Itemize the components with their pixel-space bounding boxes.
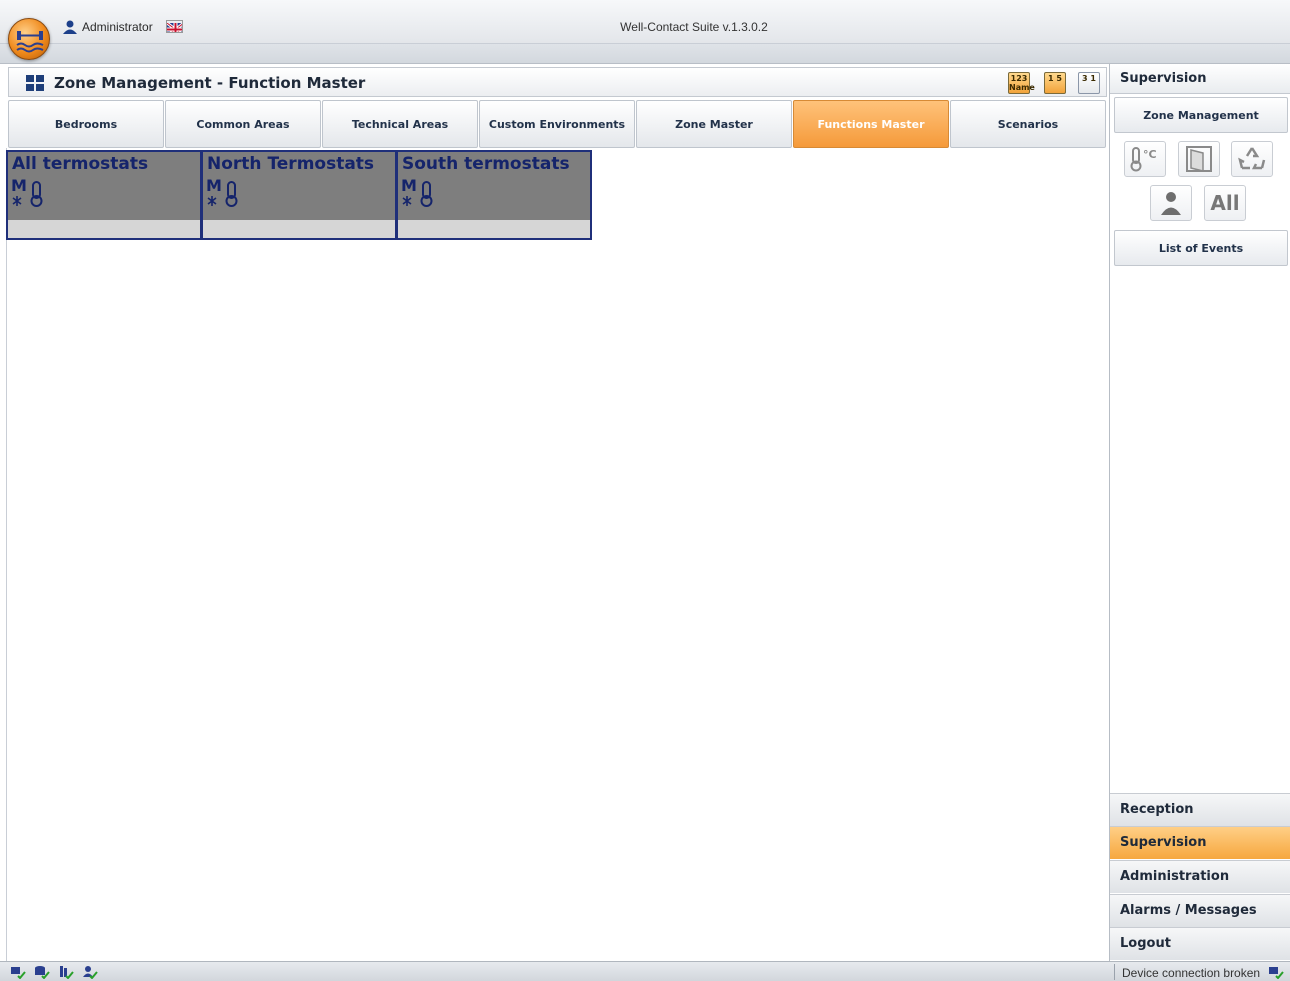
sort-descending-label: 3 1 (1082, 74, 1096, 83)
nav-reception[interactable]: Reception (1110, 793, 1290, 826)
zones-area (6, 148, 1108, 961)
nav-administration-label: Administration (1120, 869, 1230, 884)
nav-alarms-messages[interactable]: Alarms / Messages (1110, 894, 1290, 927)
app-menu-button[interactable] (8, 18, 50, 60)
sort-by-name-button[interactable]: 123 Name (1008, 72, 1035, 94)
nav-supervision[interactable]: Supervision (1110, 826, 1290, 859)
tab-zone-master[interactable]: Zone Master (636, 100, 792, 148)
tab-zone-master-label: Zone Master (675, 117, 753, 131)
svg-text:M: M (11, 176, 27, 195)
zones-grid-icon (26, 75, 44, 95)
all-label: All (1210, 191, 1240, 215)
sidebar-header-label: Supervision (1120, 71, 1207, 86)
zone-management-button[interactable]: Zone Management (1114, 97, 1288, 133)
zone-card[interactable]: All termostats M (6, 150, 202, 240)
svg-text:M: M (401, 176, 417, 195)
nav-logout-label: Logout (1120, 936, 1171, 951)
panel-header: Zone Management - Function Master 123 Na… (8, 67, 1107, 97)
nav-alarms-messages-label: Alarms / Messages (1120, 903, 1257, 918)
sidebar: Supervision Zone Management °C All List … (1109, 64, 1290, 961)
door-icon[interactable] (1178, 141, 1220, 177)
zone-management-label: Zone Management (1143, 108, 1259, 122)
status-icons (10, 965, 98, 979)
tab-common-areas[interactable]: Common Areas (165, 100, 321, 148)
nav-administration[interactable]: Administration (1110, 860, 1290, 893)
status-bar: Device connection broken (0, 961, 1290, 981)
sort-ascending-label: 1 5 (1048, 74, 1062, 83)
toolbar-strip (0, 44, 1290, 64)
nav-supervision-label: Supervision (1120, 835, 1207, 850)
tab-scenarios[interactable]: Scenarios (950, 100, 1106, 148)
list-of-events-button[interactable]: List of Events (1114, 230, 1288, 266)
page-title: Zone Management - Function Master (54, 74, 366, 92)
sidebar-header: Supervision (1110, 64, 1290, 94)
master-thermostat-icon: M (401, 176, 437, 212)
tab-custom-environments-label: Custom Environments (488, 117, 626, 131)
dumbbell-pool-icon (16, 31, 44, 53)
master-thermostat-icon: M (206, 176, 242, 212)
sort-by-name-label: 123 Name (1009, 74, 1035, 92)
window-title: Well-Contact Suite v.1.3.0.2 (620, 20, 768, 34)
tab-functions-master[interactable]: Functions Master (793, 100, 949, 148)
person-icon[interactable] (1150, 185, 1192, 221)
zone-card[interactable]: South termostats M (396, 150, 592, 240)
nav-logout[interactable]: Logout (1110, 927, 1290, 960)
master-thermostat-icon: M (11, 176, 47, 212)
zone-card-title: North Termostats (207, 154, 375, 174)
tab-bedrooms-label: Bedrooms (54, 117, 118, 131)
zone-card[interactable]: North Termostats M (201, 150, 397, 240)
connection-status: Device connection broken (1122, 966, 1261, 980)
tab-scenarios-label: Scenarios (997, 117, 1059, 131)
status-divider (1114, 964, 1115, 980)
thermometer-celsius-icon[interactable]: °C (1124, 141, 1166, 177)
celsius-label: °C (1143, 148, 1157, 161)
sort-descending-button[interactable]: 3 1 (1078, 72, 1100, 94)
tab-technical-areas-label: Technical Areas (351, 117, 449, 131)
database-ok-icon (35, 966, 50, 979)
zone-card-title: South termostats (402, 154, 570, 174)
user-ok-icon (83, 966, 98, 979)
sort-ascending-button[interactable]: 1 5 (1044, 72, 1066, 94)
tab-functions-master-label: Functions Master (817, 117, 925, 131)
tab-common-areas-label: Common Areas (196, 117, 290, 131)
nav-reception-label: Reception (1120, 802, 1194, 817)
tab-custom-environments[interactable]: Custom Environments (479, 100, 635, 148)
zone-card-title: All termostats (12, 154, 149, 174)
tab-bedrooms[interactable]: Bedrooms (8, 100, 164, 148)
network-ok-icon (11, 967, 26, 979)
connection-status-icon (1269, 967, 1284, 979)
zone-tabs: Bedrooms Common Areas Technical Areas Cu… (8, 100, 1107, 148)
all-icon[interactable]: All (1204, 185, 1246, 221)
recycle-icon[interactable] (1231, 141, 1273, 177)
svg-text:M: M (206, 176, 222, 195)
title-bar: Administrator Well-Contact Suite v.1.3.0… (0, 0, 1290, 44)
list-of-events-label: List of Events (1158, 241, 1244, 255)
tab-technical-areas[interactable]: Technical Areas (322, 100, 478, 148)
device-ok-icon (60, 966, 74, 979)
